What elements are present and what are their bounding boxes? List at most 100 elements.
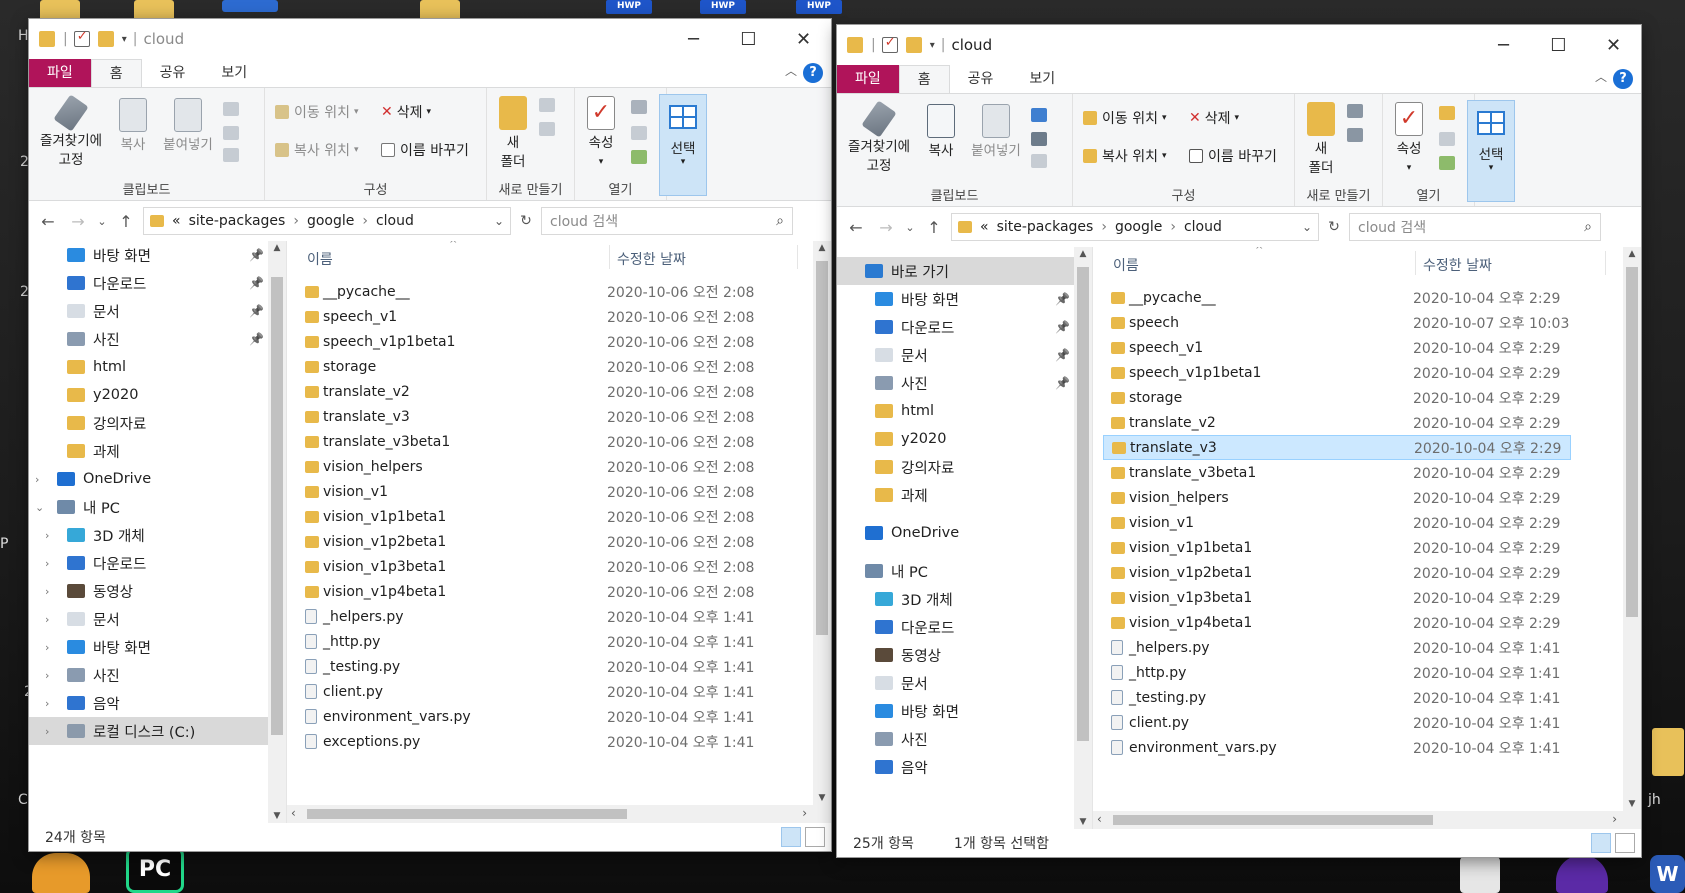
sidebar-item[interactable]: › 음악 <box>29 689 268 717</box>
copy-button[interactable]: 복사 <box>921 104 961 161</box>
nav-scrollbar[interactable]: ▲ ▼ <box>268 241 286 823</box>
history-icon[interactable] <box>1439 156 1455 170</box>
file-row[interactable]: vision_v1p4beta1 2020-10-06 오전 2:08 <box>297 579 765 604</box>
pin-to-quick-access-button[interactable]: 즐겨찾기에 고정 <box>843 100 915 176</box>
tab-file[interactable]: 파일 <box>29 59 91 87</box>
file-row[interactable]: vision_v1p3beta1 2020-10-04 오후 2:29 <box>1103 585 1571 610</box>
column-name[interactable]: 이름 <box>307 249 333 269</box>
chevron-right-icon[interactable]: › <box>45 529 49 542</box>
easy-access-icon[interactable] <box>1347 128 1363 142</box>
forward-icon[interactable]: → <box>65 212 91 231</box>
tab-view[interactable]: 보기 <box>203 59 265 87</box>
file-row[interactable]: translate_v3 2020-10-06 오전 2:08 <box>297 404 765 429</box>
file-row[interactable]: speech 2020-10-07 오후 10:03 <box>1103 310 1571 335</box>
chevron-down-icon[interactable]: ⌄ <box>1302 220 1312 234</box>
sidebar-item[interactable]: 문서 📌 <box>837 341 1074 369</box>
chevron-down-icon[interactable]: ⌄ <box>494 214 504 228</box>
sidebar-item[interactable]: html <box>29 353 268 381</box>
scroll-left-icon[interactable]: ‹ <box>1097 812 1102 826</box>
file-row[interactable]: vision_helpers 2020-10-06 오전 2:08 <box>297 454 765 479</box>
breadcrumb-item[interactable]: cloud <box>1184 219 1222 235</box>
rename-button[interactable]: 이름 바꾸기 <box>1189 146 1277 166</box>
scrollbar-thumb[interactable] <box>307 809 627 819</box>
breadcrumb-item[interactable]: google <box>1115 219 1162 235</box>
file-row[interactable]: client.py 2020-10-04 오후 1:41 <box>297 679 765 704</box>
file-row[interactable]: speech_v1p1beta1 2020-10-04 오후 2:29 <box>1103 360 1571 385</box>
select-button[interactable]: 선택 ▾ <box>1467 100 1515 202</box>
sidebar-item[interactable]: 사진 <box>837 725 1074 753</box>
file-row[interactable]: _helpers.py 2020-10-04 오후 1:41 <box>1103 635 1571 660</box>
scroll-right-icon[interactable]: › <box>802 806 807 820</box>
file-row[interactable]: speech_v1p1beta1 2020-10-06 오전 2:08 <box>297 329 765 354</box>
file-row[interactable]: _testing.py 2020-10-04 오후 1:41 <box>1103 685 1571 710</box>
hwp-file-icon[interactable]: HWP <box>606 0 652 14</box>
file-row[interactable]: vision_v1p1beta1 2020-10-06 오전 2:08 <box>297 504 765 529</box>
sidebar-item[interactable]: 다운로드 <box>837 613 1074 641</box>
file-row[interactable]: translate_v3 2020-10-04 오후 2:29 <box>1103 435 1571 460</box>
chevron-right-icon[interactable]: › <box>45 557 49 570</box>
taskbar-pycharm-icon[interactable]: PC <box>126 847 184 893</box>
file-row[interactable]: translate_v2 2020-10-04 오후 2:29 <box>1103 410 1571 435</box>
file-row[interactable]: speech_v1 2020-10-06 오전 2:08 <box>297 304 765 329</box>
search-input[interactable]: cloud 검색 ⌕ <box>1349 213 1601 241</box>
new-item-icon[interactable] <box>539 98 555 112</box>
file-row[interactable]: __pycache__ 2020-10-06 오전 2:08 <box>297 279 765 304</box>
sidebar-item[interactable]: 동영상 <box>837 641 1074 669</box>
hwp-file-icon[interactable]: HWP <box>796 0 842 14</box>
sidebar-item[interactable]: 사진 📌 <box>837 369 1074 397</box>
history-icon[interactable] <box>631 150 647 164</box>
title-bar[interactable]: | ▾ | cloud ─ ☐ ✕ <box>837 25 1641 65</box>
refresh-icon[interactable]: ↻ <box>515 213 537 229</box>
chevron-up-icon[interactable]: ︿ <box>1595 68 1607 85</box>
sidebar-item[interactable]: 바탕 화면 📌 <box>29 241 268 269</box>
paste-button[interactable]: 붙여넣기 <box>159 98 217 155</box>
sidebar-item[interactable]: 바탕 화면 <box>837 697 1074 725</box>
sidebar-item[interactable]: 다운로드 📌 <box>837 313 1074 341</box>
search-input[interactable]: cloud 검색 ⌕ <box>541 207 793 235</box>
file-row[interactable]: vision_v1p2beta1 2020-10-04 오후 2:29 <box>1103 560 1571 585</box>
file-scrollbar[interactable]: ▲ ▼ <box>813 241 831 823</box>
pin-to-quick-access-button[interactable]: 즐겨찾기에 고정 <box>35 94 107 170</box>
sidebar-item[interactable]: 바탕 화면 📌 <box>837 285 1074 313</box>
back-icon[interactable]: ← <box>35 212 61 231</box>
copy-to-button[interactable]: 복사 위치 ▾ <box>1083 146 1167 166</box>
cut-icon[interactable] <box>1031 108 1047 122</box>
sidebar-item[interactable]: › 다운로드 <box>29 549 268 577</box>
paste-shortcut-icon[interactable] <box>1031 154 1047 168</box>
tab-home[interactable]: 홈 <box>898 65 950 93</box>
column-date-modified[interactable]: 수정한 날짜 <box>1423 255 1492 275</box>
file-row[interactable]: _http.py 2020-10-04 오후 1:41 <box>297 629 765 654</box>
horizontal-scrollbar[interactable]: ‹ › <box>287 805 813 823</box>
quick-access-dropdown-icon[interactable]: ▾ <box>930 40 935 51</box>
minimize-button[interactable]: ─ <box>1476 25 1531 65</box>
new-folder-button[interactable]: 새 폴더 <box>1305 102 1337 178</box>
file-row[interactable]: speech_v1 2020-10-04 오후 2:29 <box>1103 335 1571 360</box>
file-row[interactable]: translate_v3beta1 2020-10-06 오전 2:08 <box>297 429 765 454</box>
help-icon[interactable]: ? <box>803 63 823 83</box>
file-row[interactable]: environment_vars.py 2020-10-04 오후 1:41 <box>1103 735 1571 760</box>
recent-locations-icon[interactable]: ⌄ <box>95 215 109 228</box>
breadcrumb-item[interactable]: site-packages <box>997 219 1094 235</box>
column-name[interactable]: 이름 <box>1113 255 1139 275</box>
hwp-file-icon[interactable]: HWP <box>700 0 746 14</box>
scrollbar-thumb[interactable] <box>1077 267 1089 741</box>
maximize-button[interactable]: ☐ <box>1531 25 1586 65</box>
edit-icon[interactable] <box>631 126 647 140</box>
file-row[interactable]: _http.py 2020-10-04 오후 1:41 <box>1103 660 1571 685</box>
address-overflow[interactable]: « <box>172 213 181 229</box>
sidebar-item[interactable]: › 로컬 디스크 (C:) <box>29 717 268 745</box>
sidebar-item[interactable]: 과제 <box>837 481 1074 509</box>
close-button[interactable]: ✕ <box>1586 25 1641 65</box>
file-row[interactable]: vision_v1p1beta1 2020-10-04 오후 2:29 <box>1103 535 1571 560</box>
paste-shortcut-icon[interactable] <box>223 148 239 162</box>
cut-icon[interactable] <box>223 102 239 116</box>
copy-to-button[interactable]: 복사 위치 ▾ <box>275 140 359 160</box>
help-icon[interactable]: ? <box>1613 69 1633 89</box>
scroll-down-icon[interactable]: ▼ <box>1623 799 1641 809</box>
desktop-folder-icon[interactable] <box>1652 728 1684 776</box>
tab-home[interactable]: 홈 <box>90 59 142 87</box>
title-bar[interactable]: | ▾ | cloud ─ ☐ ✕ <box>29 19 831 59</box>
chevron-down-icon[interactable]: ⌄ <box>35 501 44 514</box>
sidebar-item[interactable]: › OneDrive <box>29 465 268 493</box>
column-divider[interactable] <box>1605 251 1606 275</box>
